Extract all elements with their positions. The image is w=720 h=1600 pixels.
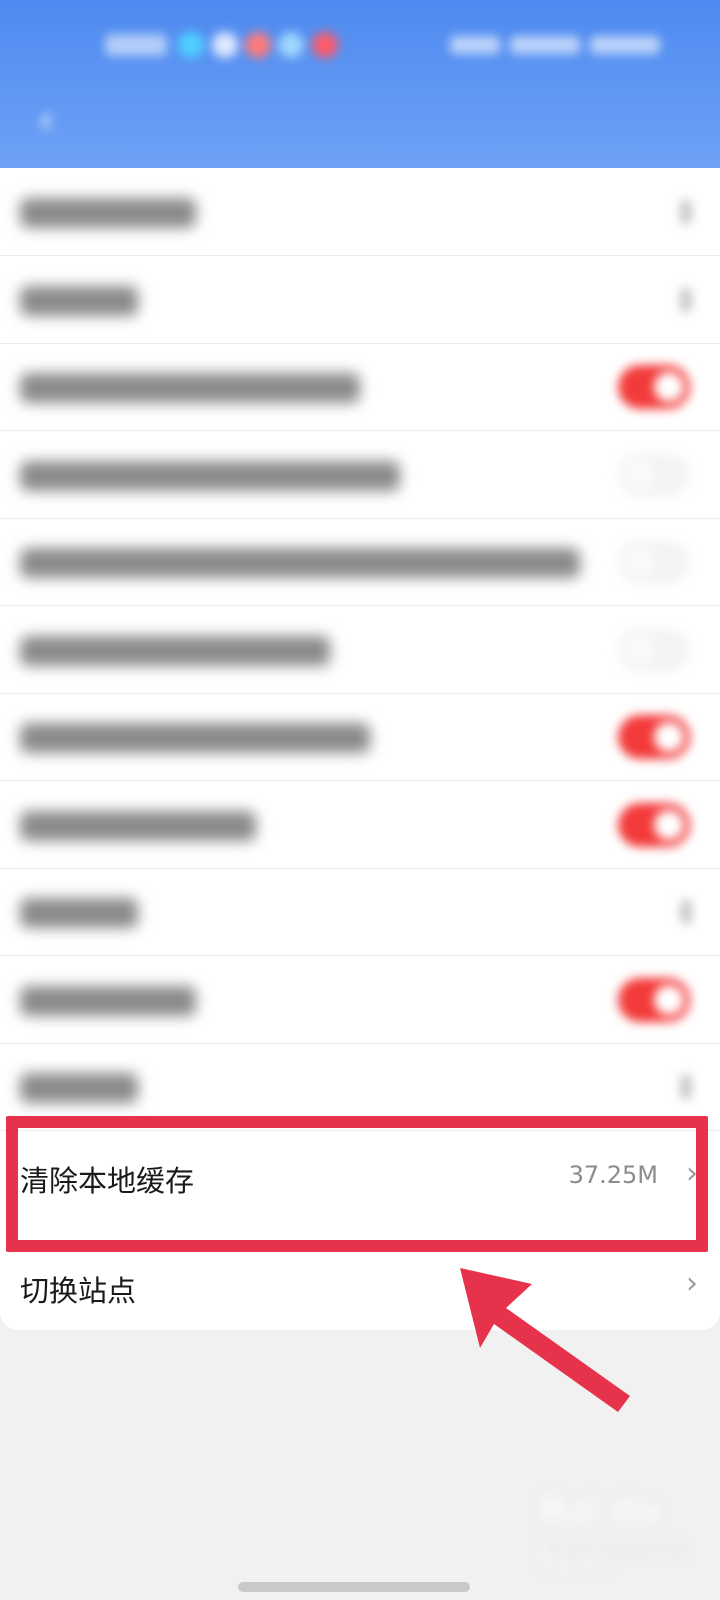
toggle-switch[interactable] — [618, 540, 690, 584]
settings-row-label — [20, 1073, 138, 1103]
signal-icon — [450, 36, 500, 54]
switch-site-label: 切换站点 — [20, 1274, 137, 1308]
notification-icon — [312, 32, 338, 58]
settings-row-label — [20, 373, 360, 403]
settings-row-label — [20, 635, 330, 666]
wifi-icon — [510, 36, 580, 54]
notification-icon — [278, 32, 304, 58]
toggle-knob — [624, 634, 654, 665]
toggle-switch[interactable] — [618, 715, 690, 759]
settings-row-label — [20, 285, 138, 316]
settings-row[interactable] — [0, 693, 720, 781]
settings-row-label — [20, 723, 370, 753]
toggle-switch[interactable] — [618, 802, 690, 847]
notification-icon — [178, 32, 204, 58]
toggle-switch[interactable] — [618, 452, 690, 497]
settings-row[interactable] — [0, 781, 720, 869]
highlight-box — [6, 1116, 708, 1252]
settings-row-label — [20, 198, 196, 228]
app-header: ‹ — [0, 0, 720, 168]
chevron-right-icon: › — [686, 1266, 698, 1301]
page-title — [320, 104, 390, 138]
toggle-knob — [654, 372, 684, 402]
chevron-right-icon — [680, 287, 692, 312]
settings-row[interactable] — [0, 256, 720, 344]
settings-row-label — [20, 548, 580, 578]
watermark-url: jingyan.baidu.com — [548, 1540, 687, 1558]
toggle-switch[interactable] — [618, 365, 690, 409]
settings-row[interactable] — [0, 168, 720, 256]
settings-row-label — [20, 460, 400, 491]
status-bar — [0, 0, 720, 90]
toggle-knob — [654, 984, 684, 1015]
toggle-knob — [624, 547, 654, 577]
status-time — [105, 34, 167, 56]
chevron-right-icon — [680, 900, 692, 924]
toggle-knob — [624, 459, 654, 490]
settings-row[interactable] — [0, 956, 720, 1044]
toggle-switch[interactable] — [618, 627, 690, 672]
annotation-arrow — [460, 1268, 630, 1412]
battery-icon — [590, 36, 660, 54]
home-indicator[interactable] — [238, 1582, 470, 1592]
settings-row[interactable] — [0, 868, 720, 956]
toggle-knob — [654, 722, 684, 752]
chevron-left-icon[interactable]: ‹ — [38, 98, 66, 142]
toggle-knob — [654, 809, 684, 840]
settings-row[interactable] — [0, 431, 720, 519]
settings-row[interactable] — [0, 606, 720, 694]
toggle-switch[interactable] — [618, 977, 690, 1022]
settings-row[interactable] — [0, 343, 720, 431]
settings-row-label — [20, 810, 256, 841]
chevron-right-icon — [680, 1075, 692, 1099]
chevron-right-icon — [680, 200, 692, 224]
settings-row-label — [20, 985, 196, 1016]
notification-icon — [245, 32, 271, 58]
settings-row-label — [20, 898, 138, 928]
notification-icon — [212, 32, 238, 58]
settings-row[interactable] — [0, 518, 720, 606]
